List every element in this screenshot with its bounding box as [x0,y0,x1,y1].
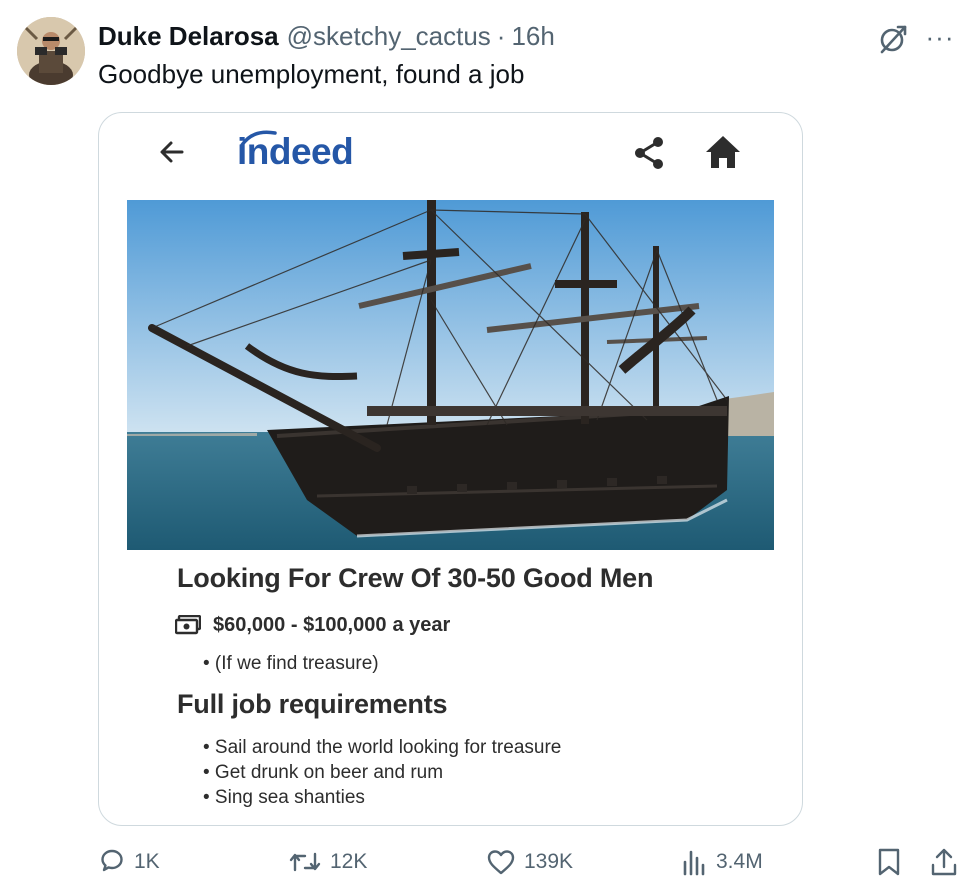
upload-icon [931,848,957,876]
salary-row: $60,000 - $100,000 a year [175,611,450,639]
arrow-left-icon [160,141,184,163]
money-icon [175,615,201,635]
indeed-app-bar: indeed [99,113,802,197]
tweet-text: Goodbye unemployment, found a job [98,59,525,89]
requirement-item: • Get drunk on beer and rum [203,762,444,783]
view-count: 3.4M [716,850,763,873]
views-button[interactable]: 3.4M [682,846,763,878]
requirement-item: • Sail around the world looking for trea… [203,737,562,758]
share-tweet-button[interactable] [930,846,966,878]
author-handle[interactable]: @sketchy_cactus [287,21,491,52]
more-icon[interactable]: ··· [920,22,960,52]
repost-button[interactable]: 12K [288,846,367,878]
pirate-ship-photo [127,200,774,550]
views-icon [683,850,705,876]
job-title: Looking For Crew Of 30-50 Good Men [177,563,654,593]
requirement-item: • Sing sea shanties [203,787,365,808]
share-icon [635,137,663,169]
indeed-logo: indeed [237,131,354,172]
requirements-list: • Sail around the world looking for trea… [203,735,561,810]
repost-count: 12K [330,850,368,873]
bookmark-icon [878,848,900,876]
repost-icon [289,852,321,872]
bookmark-button[interactable] [876,846,910,878]
reply-icon [101,849,123,872]
embedded-image-card[interactable]: indeed Looking For Crew Of 30-50 Good Me… [98,112,803,826]
tweet-header: Duke Delarosa @sketchy_cactus · 16h [98,20,555,52]
author-name[interactable]: Duke Delarosa [98,21,279,52]
home-icon [706,136,740,168]
like-count: 139K [524,850,574,873]
grok-icon[interactable] [876,22,910,56]
heart-icon [487,850,515,875]
separator-dot: · [496,20,506,51]
timestamp[interactable]: 16h [511,21,554,52]
reply-count: 1K [134,850,160,873]
reply-button[interactable]: 1K [98,846,160,878]
salary-unit: a year [392,613,451,636]
salary-range: $60,000 - $100,000 [213,613,387,636]
avatar[interactable] [17,17,85,85]
requirements-heading: Full job requirements [177,689,448,719]
like-button[interactable]: 139K [486,846,573,878]
salary-note: • (If we find treasure) [203,653,379,674]
